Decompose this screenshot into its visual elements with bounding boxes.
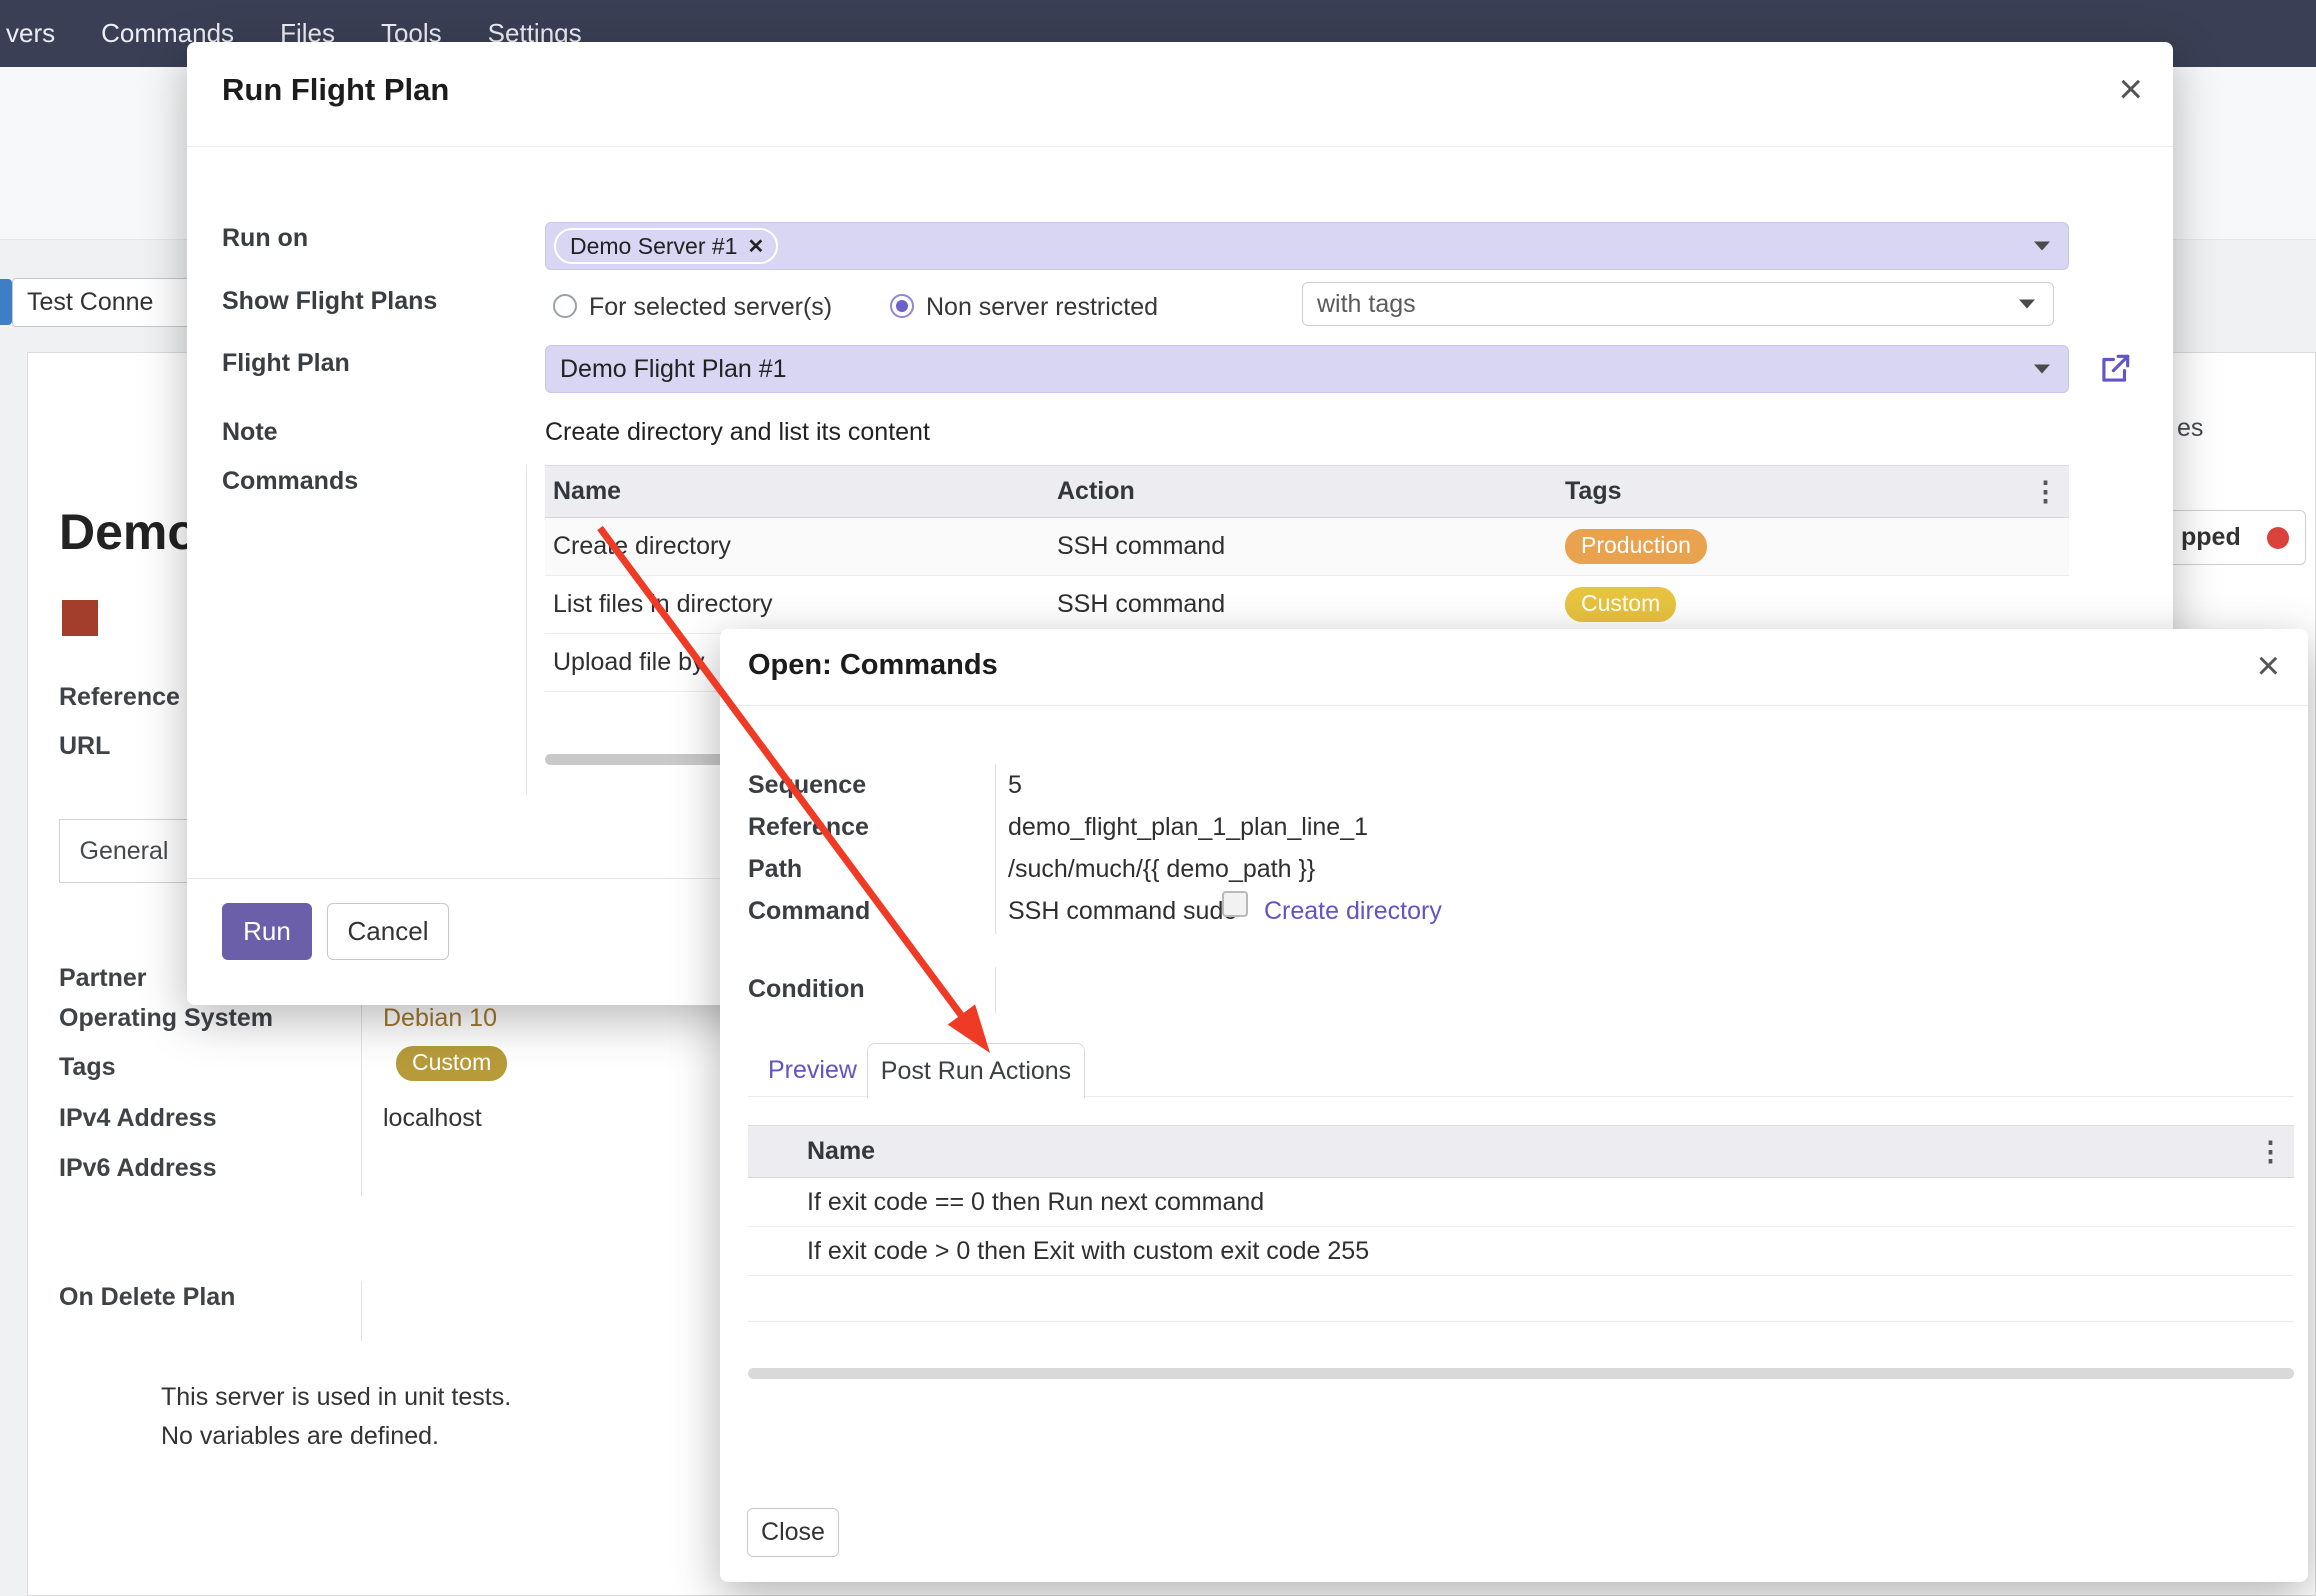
partial-text-notes: es bbox=[2177, 413, 2203, 443]
tab-preview[interactable]: Preview bbox=[768, 1055, 857, 1085]
column-header-name: Name bbox=[545, 477, 1057, 506]
chip-remove-icon[interactable]: ✕ bbox=[747, 234, 764, 259]
reference-label: Reference bbox=[748, 812, 869, 842]
ipv4-value: localhost bbox=[383, 1103, 482, 1133]
partial-blue-button[interactable] bbox=[0, 279, 12, 325]
radio-for-selected-servers-label[interactable]: For selected server(s) bbox=[589, 292, 832, 322]
flight-plan-label: Flight Plan bbox=[222, 348, 350, 378]
column-header-name: Name bbox=[807, 1137, 2294, 1166]
table-row[interactable]: Create directory SSH command Production bbox=[545, 518, 2069, 576]
with-tags-select[interactable]: with tags bbox=[1302, 282, 2054, 326]
screen: vers Commands Files Tools Settings Test … bbox=[0, 0, 2316, 1596]
command-value: SSH command sudo bbox=[1008, 896, 1237, 926]
tab-post-run-actions[interactable]: Post Run Actions bbox=[867, 1043, 1085, 1098]
close-icon[interactable]: × bbox=[2257, 646, 2280, 686]
divider bbox=[526, 465, 527, 795]
operating-system-link[interactable]: Debian 10 bbox=[383, 1003, 497, 1033]
url-label: URL bbox=[59, 731, 110, 761]
divider bbox=[361, 1281, 362, 1341]
table-row[interactable]: If exit code == 0 then Run next command bbox=[748, 1178, 2294, 1227]
command-label: Command bbox=[748, 896, 870, 926]
close-icon[interactable]: × bbox=[2118, 68, 2143, 110]
row-tags: Custom bbox=[1565, 587, 2069, 622]
table-row[interactable]: If exit code > 0 then Exit with custom e… bbox=[748, 1227, 2294, 1276]
partner-label: Partner bbox=[59, 963, 147, 993]
column-header-action: Action bbox=[1057, 477, 1565, 506]
row-name: Create directory bbox=[545, 532, 1057, 561]
server-chip-label: Demo Server #1 bbox=[570, 233, 737, 260]
cancel-button[interactable]: Cancel bbox=[327, 903, 449, 960]
divider bbox=[720, 705, 2308, 706]
ipv4-label: IPv4 Address bbox=[59, 1103, 216, 1133]
status-label: pped bbox=[2181, 523, 2241, 552]
tag-badge-custom: Custom bbox=[396, 1046, 507, 1081]
divider bbox=[187, 146, 2173, 147]
create-directory-link[interactable]: Create directory bbox=[1264, 896, 1442, 926]
nav-item-servers[interactable]: vers bbox=[6, 18, 55, 49]
flight-plan-select[interactable]: Demo Flight Plan #1 bbox=[545, 345, 2069, 393]
row-name: List files in directory bbox=[545, 590, 1057, 619]
row-name: If exit code > 0 then Exit with custom e… bbox=[807, 1237, 2294, 1266]
condition-label: Condition bbox=[748, 974, 865, 1004]
create-directory-checkbox[interactable] bbox=[1222, 891, 1248, 917]
caret-down-icon bbox=[2019, 300, 2035, 309]
tags-label: Tags bbox=[59, 1052, 116, 1082]
operating-system-label: Operating System bbox=[59, 1003, 273, 1033]
tag-badge-production: Production bbox=[1565, 529, 1707, 564]
path-value: /such/much/{{ demo_path }} bbox=[1008, 854, 1315, 884]
reference-label: Reference bbox=[59, 682, 180, 712]
reference-value: demo_flight_plan_1_plan_line_1 bbox=[1008, 812, 1368, 842]
on-delete-plan-label: On Delete Plan bbox=[59, 1282, 235, 1312]
radio-non-server-restricted-label[interactable]: Non server restricted bbox=[926, 292, 1158, 322]
radio-for-selected-servers[interactable] bbox=[553, 294, 577, 318]
unit-test-note-line1: This server is used in unit tests. bbox=[161, 1382, 511, 1412]
post-run-table-header: Name ⋮ bbox=[748, 1125, 2294, 1178]
tab-general[interactable]: General bbox=[59, 819, 189, 883]
row-name: If exit code == 0 then Run next command bbox=[807, 1188, 2294, 1217]
table-row[interactable]: List files in directory SSH command Cust… bbox=[545, 576, 2069, 634]
note-value: Create directory and list its content bbox=[545, 417, 930, 447]
close-button[interactable]: Close bbox=[747, 1508, 839, 1557]
radio-non-server-restricted[interactable] bbox=[890, 294, 914, 318]
open-commands-dialog: Open: Commands × Sequence 5 Reference de… bbox=[720, 629, 2308, 1582]
sequence-label: Sequence bbox=[748, 770, 866, 800]
commands-table-header: Name Action Tags ⋮ bbox=[545, 465, 2069, 518]
caret-down-icon bbox=[2034, 365, 2050, 374]
run-button[interactable]: Run bbox=[222, 903, 312, 960]
caret-down-icon bbox=[2034, 242, 2050, 251]
column-header-tags: Tags bbox=[1565, 477, 2069, 506]
row-action: SSH command bbox=[1057, 590, 1565, 619]
post-run-actions-table: Name ⋮ If exit code == 0 then Run next c… bbox=[748, 1125, 2294, 1322]
run-on-server-select[interactable]: Demo Server #1 ✕ bbox=[545, 222, 2069, 270]
external-link-icon[interactable] bbox=[2096, 350, 2134, 388]
ipv6-label: IPv6 Address bbox=[59, 1153, 216, 1183]
color-swatch bbox=[62, 600, 98, 636]
note-label: Note bbox=[222, 417, 278, 447]
server-chip: Demo Server #1 ✕ bbox=[554, 228, 778, 264]
flight-plan-value: Demo Flight Plan #1 bbox=[560, 355, 787, 383]
sequence-value: 5 bbox=[1008, 770, 1022, 800]
divider bbox=[995, 764, 996, 934]
path-label: Path bbox=[748, 854, 802, 884]
with-tags-value: with tags bbox=[1317, 290, 1416, 318]
dialog-title: Run Flight Plan bbox=[222, 72, 449, 108]
row-tags: Production bbox=[1565, 529, 2069, 564]
horizontal-scrollbar-thumb[interactable] bbox=[748, 1368, 2294, 1379]
empty-row bbox=[748, 1276, 2294, 1322]
row-action: SSH command bbox=[1057, 532, 1565, 561]
kebab-menu-icon[interactable]: ⋮ bbox=[2257, 1136, 2284, 1167]
unit-test-note-line2: No variables are defined. bbox=[161, 1421, 439, 1451]
run-on-label: Run on bbox=[222, 223, 308, 253]
status-dot-icon bbox=[2267, 527, 2289, 549]
tag-badge-custom: Custom bbox=[1565, 587, 1676, 622]
commands-label: Commands bbox=[222, 466, 358, 496]
page-title: Demo bbox=[59, 503, 198, 561]
divider bbox=[995, 967, 996, 1013]
dialog-title: Open: Commands bbox=[748, 649, 998, 682]
show-flight-plans-label: Show Flight Plans bbox=[222, 286, 437, 316]
kebab-menu-icon[interactable]: ⋮ bbox=[2032, 476, 2059, 507]
